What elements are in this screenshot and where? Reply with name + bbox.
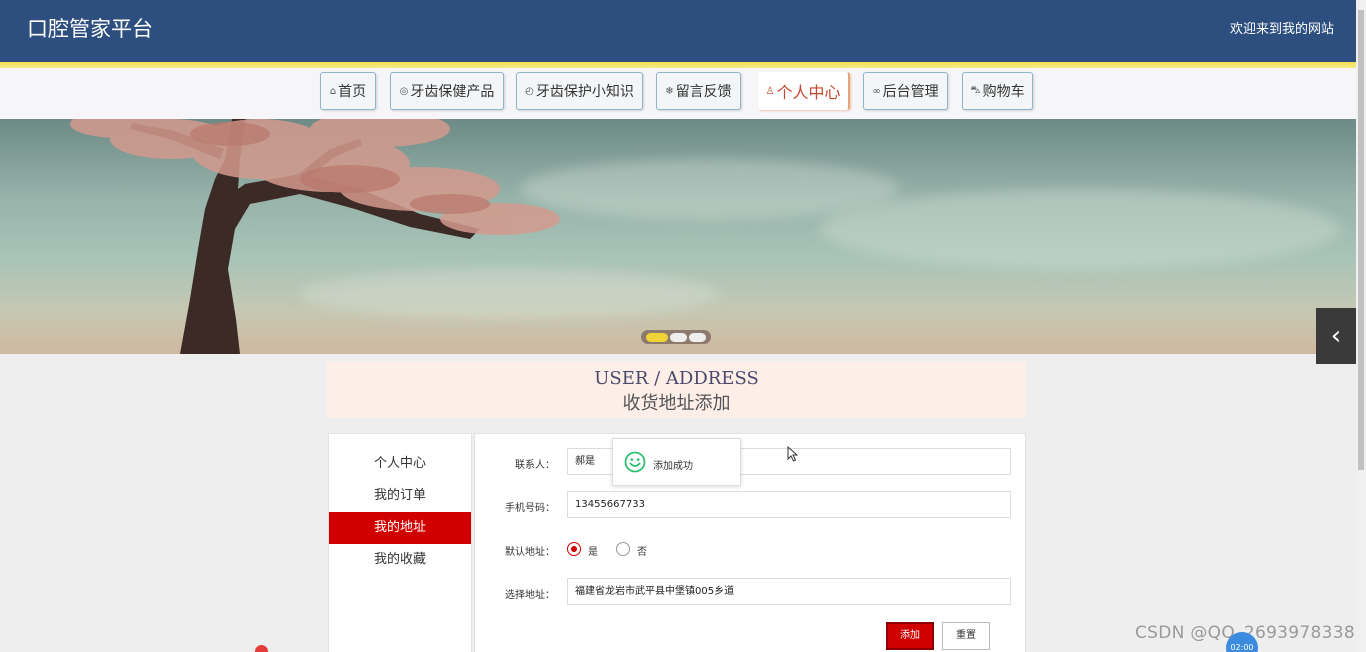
nav-dental-tips[interactable]: ◴ 牙齿保护小知识: [516, 72, 643, 110]
default-no-label: 否: [637, 547, 647, 558]
banner-tree-image: [70, 119, 560, 354]
nav-label: 牙齿保护小知识: [535, 84, 634, 100]
home-icon: ⌂: [329, 85, 337, 97]
default-no-radio[interactable]: [616, 542, 630, 556]
nav-label: 购物车: [982, 84, 1025, 100]
user-icon: ♙: [765, 85, 775, 97]
address-form: 联系人： 郝是 手机号码： 13455667733 默认地址： 是 否 选择地址…: [474, 433, 1026, 652]
default-yes-radio[interactable]: [567, 542, 581, 556]
page-heading-en: USER / ADDRESS: [594, 368, 759, 389]
notification-dot: [255, 645, 268, 652]
contact-label: 联系人：: [515, 460, 555, 471]
carousel-dot[interactable]: [670, 332, 687, 342]
banner-cloud: [820, 189, 1340, 269]
carousel-dot[interactable]: [646, 332, 668, 342]
success-toast: 添加成功: [612, 438, 741, 486]
page-scrollbar[interactable]: [1356, 0, 1366, 652]
nav-label: 留言反馈: [675, 84, 732, 100]
power-icon: ◴: [525, 85, 534, 97]
address-label: 选择地址：: [505, 590, 555, 601]
toast-message: 添加成功: [653, 461, 693, 472]
add-button[interactable]: 添加: [886, 622, 934, 650]
page-heading: USER / ADDRESS 收货地址添加: [327, 361, 1026, 418]
sidebar-item-my-address[interactable]: 我的地址: [329, 512, 471, 544]
chevron-left-icon: ‹: [1330, 321, 1342, 351]
smiley-icon: [624, 451, 646, 473]
cart-icon: ⛍: [970, 84, 981, 96]
banner-carousel: [0, 119, 1356, 354]
phone-input[interactable]: 13455667733: [567, 491, 1011, 518]
carousel-indicators: [641, 330, 711, 344]
link-icon: ∞: [872, 85, 881, 97]
nav-home[interactable]: ⌂ 首页: [320, 72, 376, 110]
sidebar-item-my-orders[interactable]: 我的订单: [329, 480, 471, 512]
page-heading-cn: 收货地址添加: [622, 393, 731, 414]
site-title[interactable]: 口腔管家平台: [27, 13, 153, 43]
reset-button[interactable]: 重置: [942, 622, 990, 650]
nav-dental-products[interactable]: ◎ 牙齿保健产品: [390, 72, 504, 110]
main-nav: ⌂ 首页 ◎ 牙齿保健产品 ◴ 牙齿保护小知识 ❄ 留言反馈 ♙ 个人中心 ∞ 后台管理 ⛍…: [0, 68, 1356, 119]
phone-label: 手机号码：: [505, 503, 555, 514]
address-input[interactable]: 福建省龙岩市武平县中堡镇005乡道: [567, 578, 1011, 605]
nav-admin[interactable]: ∞ 后台管理: [863, 72, 948, 110]
sidebar-item-my-favorites[interactable]: 我的收藏: [329, 544, 471, 576]
nav-label: 首页: [338, 84, 367, 100]
target-icon: ◎: [399, 85, 409, 97]
nav-label: 个人中心: [776, 83, 841, 102]
default-address-label: 默认地址：: [505, 547, 555, 558]
sidebar-item-personal-center[interactable]: 个人中心: [329, 448, 471, 480]
top-header: 口腔管家平台 欢迎来到我的网站: [0, 0, 1356, 62]
snowflake-icon: ❄: [665, 85, 674, 97]
scrollbar-thumb[interactable]: [1358, 10, 1364, 470]
mouse-cursor-icon: [787, 446, 799, 462]
default-yes-label: 是: [588, 547, 598, 558]
nav-label: 牙齿保健产品: [410, 84, 495, 100]
nav-label: 后台管理: [882, 84, 939, 100]
user-sidebar: 个人中心 我的订单 我的地址 我的收藏: [328, 433, 472, 652]
carousel-prev-button[interactable]: ‹: [1316, 308, 1356, 364]
carousel-dot[interactable]: [689, 332, 706, 342]
welcome-text: 欢迎来到我的网站: [1229, 22, 1334, 37]
nav-feedback[interactable]: ❄ 留言反馈: [656, 72, 741, 110]
nav-personal-center[interactable]: ♙ 个人中心: [758, 72, 850, 110]
nav-cart[interactable]: ⛍ 购物车: [962, 72, 1033, 110]
